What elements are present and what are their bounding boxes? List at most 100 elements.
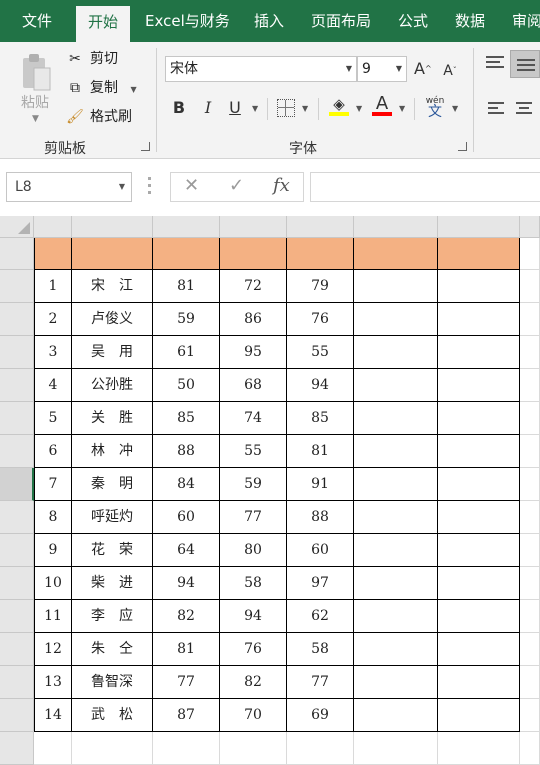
tab-file[interactable]: 文件	[22, 0, 52, 42]
table-cell[interactable]: 宋 江	[72, 270, 153, 303]
empty-cell[interactable]	[34, 732, 72, 765]
tab-review[interactable]: 审阅	[512, 0, 540, 42]
table-cell[interactable]: 朱 仝	[72, 633, 153, 666]
table-cell[interactable]: 50	[153, 369, 220, 402]
table-cell[interactable]: 60	[287, 534, 354, 567]
table-cell[interactable]: 68	[220, 369, 287, 402]
table-header-cell[interactable]	[72, 238, 153, 270]
underline-button[interactable]: U	[226, 98, 244, 118]
table-cell[interactable]: 58	[220, 567, 287, 600]
table-cell[interactable]: 88	[287, 501, 354, 534]
cut-button[interactable]: ✂ 剪切	[66, 48, 118, 70]
table-cell[interactable]: 林 冲	[72, 435, 153, 468]
format-painter-button[interactable]: 🖌 格式刷	[66, 106, 132, 128]
table-cell[interactable]: 97	[287, 567, 354, 600]
table-cell[interactable]	[438, 468, 520, 501]
table-cell[interactable]: 61	[153, 336, 220, 369]
grow-font-button[interactable]: A^	[414, 59, 432, 79]
empty-cell[interactable]	[72, 732, 153, 765]
column-header-h[interactable]	[520, 216, 540, 238]
empty-cell[interactable]	[520, 303, 540, 336]
table-cell[interactable]: 公孙胜	[72, 369, 153, 402]
table-cell[interactable]	[438, 402, 520, 435]
table-cell[interactable]	[438, 699, 520, 732]
column-header-f[interactable]	[354, 216, 438, 238]
table-cell[interactable]	[438, 303, 520, 336]
shrink-font-button[interactable]: Aˇ	[442, 61, 458, 81]
table-cell[interactable]: 76	[287, 303, 354, 336]
table-cell[interactable]: 81	[287, 435, 354, 468]
row-header-9[interactable]	[0, 501, 34, 534]
table-cell[interactable]: 86	[220, 303, 287, 336]
worksheet-grid[interactable]: 1宋 江 81 72 79 2 卢俊义 59 86 76 3 吴 用 61 95 55 4 公孙胜 50 68 94…	[0, 216, 540, 765]
tab-insert[interactable]: 插入	[254, 0, 284, 42]
table-cell[interactable]: 11	[34, 600, 72, 633]
table-cell[interactable]	[438, 336, 520, 369]
table-cell[interactable]: 91	[287, 468, 354, 501]
table-cell[interactable]: 72	[220, 270, 287, 303]
table-cell[interactable]	[354, 501, 438, 534]
table-cell[interactable]: 77	[153, 666, 220, 699]
table-cell[interactable]: 5	[34, 402, 72, 435]
table-cell[interactable]: 94	[287, 369, 354, 402]
column-header-c[interactable]	[153, 216, 220, 238]
table-cell[interactable]: 8	[34, 501, 72, 534]
table-cell[interactable]: 卢俊义	[72, 303, 153, 336]
table-cell[interactable]: 60	[153, 501, 220, 534]
row-header-11[interactable]	[0, 567, 34, 600]
table-cell[interactable]	[354, 699, 438, 732]
paste-icon[interactable]	[20, 52, 52, 92]
tab-page-layout[interactable]: 页面布局	[311, 0, 371, 42]
table-cell[interactable]	[438, 534, 520, 567]
empty-cell[interactable]	[520, 666, 540, 699]
copy-button[interactable]: ⧉ 复制 ▼	[66, 77, 137, 99]
select-all-corner[interactable]	[0, 216, 34, 238]
table-cell[interactable]	[354, 567, 438, 600]
table-cell[interactable]	[354, 369, 438, 402]
tab-home[interactable]: 开始	[76, 6, 130, 42]
column-header-g[interactable]	[438, 216, 520, 238]
copy-dropdown-icon[interactable]: ▼	[130, 85, 136, 94]
table-cell[interactable]: 6	[34, 435, 72, 468]
cancel-icon[interactable]: ✕	[184, 175, 199, 196]
table-cell[interactable]: 呼延灼	[72, 501, 153, 534]
table-cell[interactable]: 秦 明	[72, 468, 153, 501]
table-cell[interactable]: 85	[287, 402, 354, 435]
empty-cell[interactable]	[520, 369, 540, 402]
table-cell[interactable]: 58	[287, 633, 354, 666]
row-header-15[interactable]	[0, 699, 34, 732]
table-cell[interactable]: 76	[220, 633, 287, 666]
table-cell[interactable]: 82	[220, 666, 287, 699]
empty-cell[interactable]	[354, 732, 438, 765]
row-header-3[interactable]	[0, 303, 34, 336]
column-header-d[interactable]	[220, 216, 287, 238]
table-cell[interactable]	[354, 534, 438, 567]
table-cell[interactable]: 59	[153, 303, 220, 336]
empty-cell[interactable]	[520, 238, 540, 270]
empty-cell[interactable]	[520, 633, 540, 666]
table-header-cell[interactable]	[287, 238, 354, 270]
table-cell[interactable]: 84	[153, 468, 220, 501]
row-header-7[interactable]	[0, 435, 34, 468]
table-cell[interactable]: 3	[34, 336, 72, 369]
empty-cell[interactable]	[520, 402, 540, 435]
row-header-4[interactable]	[0, 336, 34, 369]
table-cell[interactable]: 64	[153, 534, 220, 567]
align-center-icon[interactable]	[516, 102, 532, 116]
table-cell[interactable]	[354, 402, 438, 435]
table-cell[interactable]: 62	[287, 600, 354, 633]
table-cell[interactable]: 95	[220, 336, 287, 369]
table-cell[interactable]: 2	[34, 303, 72, 336]
italic-button[interactable]: I	[199, 98, 217, 118]
border-dropdown-icon[interactable]: ▼	[302, 104, 308, 113]
empty-cell[interactable]	[520, 534, 540, 567]
table-cell[interactable]	[438, 270, 520, 303]
table-cell[interactable]	[438, 633, 520, 666]
table-cell[interactable]: 82	[153, 600, 220, 633]
empty-cell[interactable]	[153, 732, 220, 765]
table-cell[interactable]: 13	[34, 666, 72, 699]
empty-cell[interactable]	[287, 732, 354, 765]
grip-icon[interactable]	[148, 177, 151, 197]
table-cell[interactable]: 77	[220, 501, 287, 534]
empty-cell[interactable]	[520, 435, 540, 468]
